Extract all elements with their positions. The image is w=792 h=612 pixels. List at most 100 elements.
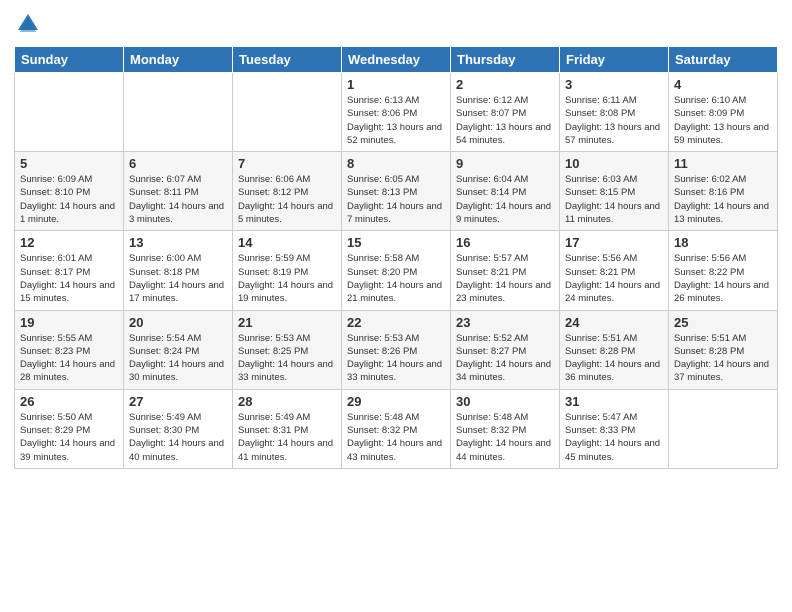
calendar-cell [669, 389, 778, 468]
calendar-cell: 11Sunrise: 6:02 AMSunset: 8:16 PMDayligh… [669, 152, 778, 231]
day-info: Sunrise: 5:47 AMSunset: 8:33 PMDaylight:… [565, 411, 663, 464]
calendar: SundayMondayTuesdayWednesdayThursdayFrid… [14, 46, 778, 469]
calendar-cell: 20 Sunrise: 5:54 AMSunset: 8:24 PMDayligh… [124, 310, 233, 389]
calendar-cell: 3Sunrise: 6:11 AMSunset: 8:08 PMDaylight… [560, 73, 669, 152]
day-number: 21 [238, 315, 336, 330]
day-number: 25 [674, 315, 772, 330]
calendar-cell: 6 Sunrise: 6:07 AMSunset: 8:11 PMDaylight… [124, 152, 233, 231]
day-info: Sunrise: 6:06 AMSunset: 8:12 PMDaylight:… [238, 173, 336, 226]
day-info: Sunrise: 6:04 AMSunset: 8:14 PMDaylight:… [456, 173, 554, 226]
calendar-cell: 28Sunrise: 5:49 AMSunset: 8:31 PMDayligh… [233, 389, 342, 468]
day-number: 8 [347, 156, 445, 171]
page: SundayMondayTuesdayWednesdayThursdayFrid… [0, 0, 792, 612]
day-info: Sunrise: 6:11 AMSunset: 8:08 PMDaylight:… [565, 94, 663, 147]
day-number: 2 [456, 77, 554, 92]
calendar-cell: 2 Sunrise: 6:12 AMSunset: 8:07 PMDaylight… [451, 73, 560, 152]
day-info: Sunrise: 5:56 AMSunset: 8:21 PMDaylight:… [565, 252, 663, 305]
day-info: Sunrise: 5:48 AMSunset: 8:32 PMDaylight:… [456, 411, 554, 464]
day-info: Sunrise: 5:49 AMSunset: 8:30 PMDaylight:… [129, 411, 227, 464]
calendar-cell: 16Sunrise: 5:57 AMSunset: 8:21 PMDayligh… [451, 231, 560, 310]
week-row-4: 19 Sunrise: 5:55 AMSunset: 8:23 PMDayligh… [15, 310, 778, 389]
calendar-cell: 27Sunrise: 5:49 AMSunset: 8:30 PMDayligh… [124, 389, 233, 468]
day-info: Sunrise: 6:13 AMSunset: 8:06 PMDaylight:… [347, 94, 445, 147]
day-info: Sunrise: 5:55 AMSunset: 8:23 PMDaylight:… [20, 332, 118, 385]
calendar-cell [15, 73, 124, 152]
day-info: Sunrise: 6:03 AMSunset: 8:15 PMDaylight:… [565, 173, 663, 226]
calendar-cell: 8Sunrise: 6:05 AMSunset: 8:13 PMDaylight… [342, 152, 451, 231]
day-info: Sunrise: 5:53 AMSunset: 8:26 PMDaylight:… [347, 332, 445, 385]
header [14, 10, 778, 38]
calendar-cell: 22 Sunrise: 5:53 AMSunset: 8:26 PMDayligh… [342, 310, 451, 389]
day-info: Sunrise: 6:01 AMSunset: 8:17 PMDaylight:… [20, 252, 118, 305]
day-number: 9 [456, 156, 554, 171]
day-number: 14 [238, 235, 336, 250]
day-info: Sunrise: 5:50 AMSunset: 8:29 PMDaylight:… [20, 411, 118, 464]
calendar-cell: 30 Sunrise: 5:48 AMSunset: 8:32 PMDayligh… [451, 389, 560, 468]
day-info: Sunrise: 5:53 AMSunset: 8:25 PMDaylight:… [238, 332, 336, 385]
calendar-cell: 21 Sunrise: 5:53 AMSunset: 8:25 PMDayligh… [233, 310, 342, 389]
day-header-saturday: Saturday [669, 47, 778, 73]
day-header-sunday: Sunday [15, 47, 124, 73]
day-number: 18 [674, 235, 772, 250]
day-number: 16 [456, 235, 554, 250]
day-info: Sunrise: 6:12 AMSunset: 8:07 PMDaylight:… [456, 94, 554, 147]
day-number: 10 [565, 156, 663, 171]
calendar-cell: 25 Sunrise: 5:51 AMSunset: 8:28 PMDayligh… [669, 310, 778, 389]
day-info: Sunrise: 5:58 AMSunset: 8:20 PMDaylight:… [347, 252, 445, 305]
week-row-1: 1Sunrise: 6:13 AMSunset: 8:06 PMDaylight… [15, 73, 778, 152]
calendar-cell: 12Sunrise: 6:01 AMSunset: 8:17 PMDayligh… [15, 231, 124, 310]
calendar-cell: 13Sunrise: 6:00 AMSunset: 8:18 PMDayligh… [124, 231, 233, 310]
calendar-cell [124, 73, 233, 152]
calendar-cell: 18 Sunrise: 5:56 AMSunset: 8:22 PMDayligh… [669, 231, 778, 310]
day-number: 11 [674, 156, 772, 171]
day-info: Sunrise: 5:51 AMSunset: 8:28 PMDaylight:… [674, 332, 772, 385]
day-number: 20 [129, 315, 227, 330]
day-number: 28 [238, 394, 336, 409]
calendar-cell: 10 Sunrise: 6:03 AMSunset: 8:15 PMDayligh… [560, 152, 669, 231]
day-info: Sunrise: 6:00 AMSunset: 8:18 PMDaylight:… [129, 252, 227, 305]
day-number: 26 [20, 394, 118, 409]
calendar-cell: 31 Sunrise: 5:47 AMSunset: 8:33 PMDayligh… [560, 389, 669, 468]
logo-icon [14, 10, 42, 38]
day-number: 19 [20, 315, 118, 330]
day-number: 22 [347, 315, 445, 330]
day-number: 5 [20, 156, 118, 171]
day-number: 23 [456, 315, 554, 330]
day-info: Sunrise: 5:54 AMSunset: 8:24 PMDaylight:… [129, 332, 227, 385]
day-header-wednesday: Wednesday [342, 47, 451, 73]
day-number: 24 [565, 315, 663, 330]
day-header-friday: Friday [560, 47, 669, 73]
day-number: 31 [565, 394, 663, 409]
logo [14, 10, 46, 38]
day-info: Sunrise: 5:48 AMSunset: 8:32 PMDaylight:… [347, 411, 445, 464]
calendar-cell: 7 Sunrise: 6:06 AMSunset: 8:12 PMDaylight… [233, 152, 342, 231]
calendar-cell: 4 Sunrise: 6:10 AMSunset: 8:09 PMDaylight… [669, 73, 778, 152]
day-info: Sunrise: 6:09 AMSunset: 8:10 PMDaylight:… [20, 173, 118, 226]
day-info: Sunrise: 5:51 AMSunset: 8:28 PMDaylight:… [565, 332, 663, 385]
day-info: Sunrise: 5:59 AMSunset: 8:19 PMDaylight:… [238, 252, 336, 305]
day-number: 15 [347, 235, 445, 250]
calendar-cell: 5 Sunrise: 6:09 AMSunset: 8:10 PMDaylight… [15, 152, 124, 231]
day-number: 6 [129, 156, 227, 171]
calendar-cell: 9 Sunrise: 6:04 AMSunset: 8:14 PMDaylight… [451, 152, 560, 231]
day-number: 7 [238, 156, 336, 171]
calendar-cell: 29Sunrise: 5:48 AMSunset: 8:32 PMDayligh… [342, 389, 451, 468]
calendar-cell: 1Sunrise: 6:13 AMSunset: 8:06 PMDaylight… [342, 73, 451, 152]
calendar-cell: 17 Sunrise: 5:56 AMSunset: 8:21 PMDayligh… [560, 231, 669, 310]
day-number: 4 [674, 77, 772, 92]
day-number: 17 [565, 235, 663, 250]
day-header-monday: Monday [124, 47, 233, 73]
day-info: Sunrise: 6:10 AMSunset: 8:09 PMDaylight:… [674, 94, 772, 147]
day-number: 30 [456, 394, 554, 409]
calendar-cell: 15 Sunrise: 5:58 AMSunset: 8:20 PMDayligh… [342, 231, 451, 310]
calendar-cell: 24 Sunrise: 5:51 AMSunset: 8:28 PMDayligh… [560, 310, 669, 389]
day-info: Sunrise: 5:52 AMSunset: 8:27 PMDaylight:… [456, 332, 554, 385]
calendar-cell: 14 Sunrise: 5:59 AMSunset: 8:19 PMDayligh… [233, 231, 342, 310]
week-row-3: 12Sunrise: 6:01 AMSunset: 8:17 PMDayligh… [15, 231, 778, 310]
calendar-cell [233, 73, 342, 152]
day-info: Sunrise: 5:56 AMSunset: 8:22 PMDaylight:… [674, 252, 772, 305]
day-info: Sunrise: 6:07 AMSunset: 8:11 PMDaylight:… [129, 173, 227, 226]
day-header-tuesday: Tuesday [233, 47, 342, 73]
calendar-cell: 26 Sunrise: 5:50 AMSunset: 8:29 PMDayligh… [15, 389, 124, 468]
calendar-cell: 19 Sunrise: 5:55 AMSunset: 8:23 PMDayligh… [15, 310, 124, 389]
